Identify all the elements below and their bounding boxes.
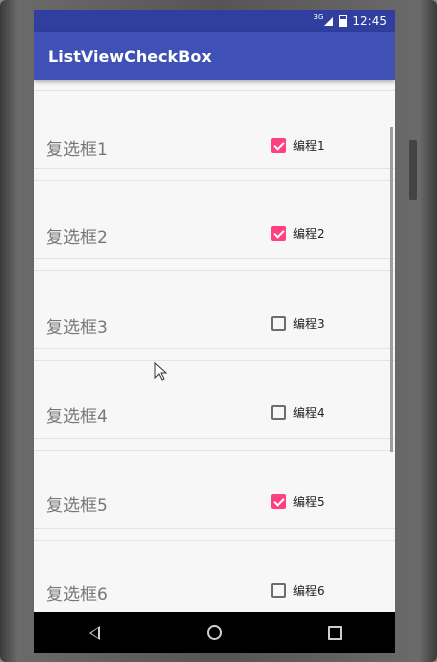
network-type: 3G [313, 13, 324, 21]
list-item[interactable]: 复选框5 编程5 [34, 450, 395, 539]
item-label: 复选框3 [46, 318, 108, 338]
back-icon [88, 625, 100, 640]
mouse-cursor-icon [154, 362, 168, 381]
item-label: 复选框6 [46, 585, 108, 605]
navigation-bar [34, 612, 395, 653]
item-checkbox[interactable] [271, 405, 286, 420]
list-item[interactable]: 复选框2 编程2 [34, 180, 395, 269]
list-item[interactable]: 复选框1 编程1 [34, 90, 395, 179]
home-button[interactable] [194, 618, 234, 648]
item-list[interactable]: 复选框1 编程1 复选框2 编程2 复选框3 编程3 复选框4 编程4 复选框5… [34, 80, 395, 612]
item-checkbox[interactable] [271, 583, 286, 598]
item-label: 复选框1 [46, 140, 108, 160]
back-button[interactable] [74, 618, 114, 648]
item-checkbox[interactable] [271, 226, 286, 241]
status-bar: 3G 12:45 [34, 10, 395, 32]
signal-icon [324, 16, 334, 26]
device-frame: 3G 12:45 ListViewCheckBox 复选框1 编程1 复选框2 … [0, 0, 437, 662]
battery-icon [339, 15, 348, 27]
recents-icon [327, 625, 342, 640]
screen: 3G 12:45 ListViewCheckBox 复选框1 编程1 复选框2 … [34, 10, 395, 653]
item-checkbox-label[interactable]: 编程1 [293, 137, 325, 154]
item-checkbox-label[interactable]: 编程3 [293, 315, 325, 332]
list-item[interactable]: 复选框6 编程6 [34, 540, 395, 612]
list-item[interactable]: 复选框3 编程3 [34, 270, 395, 359]
list-item[interactable]: 复选框4 编程4 [34, 360, 395, 449]
status-time: 12:45 [352, 14, 387, 28]
item-label: 复选框2 [46, 228, 108, 248]
app-bar: ListViewCheckBox [34, 32, 395, 80]
item-label: 复选框5 [46, 496, 108, 516]
item-checkbox-label[interactable]: 编程2 [293, 225, 325, 242]
item-checkbox[interactable] [271, 138, 286, 153]
app-title: ListViewCheckBox [48, 46, 212, 66]
item-checkbox-label[interactable]: 编程4 [293, 404, 325, 421]
item-checkbox[interactable] [271, 494, 286, 509]
recents-button[interactable] [315, 618, 355, 648]
list-scrollbar[interactable] [390, 127, 393, 452]
item-checkbox-label[interactable]: 编程5 [293, 493, 325, 510]
network-indicator: 3G [314, 13, 334, 26]
home-icon [206, 625, 222, 640]
power-button [409, 140, 417, 200]
item-checkbox[interactable] [271, 316, 286, 331]
item-checkbox-label[interactable]: 编程6 [293, 582, 325, 599]
item-label: 复选框4 [46, 407, 108, 427]
